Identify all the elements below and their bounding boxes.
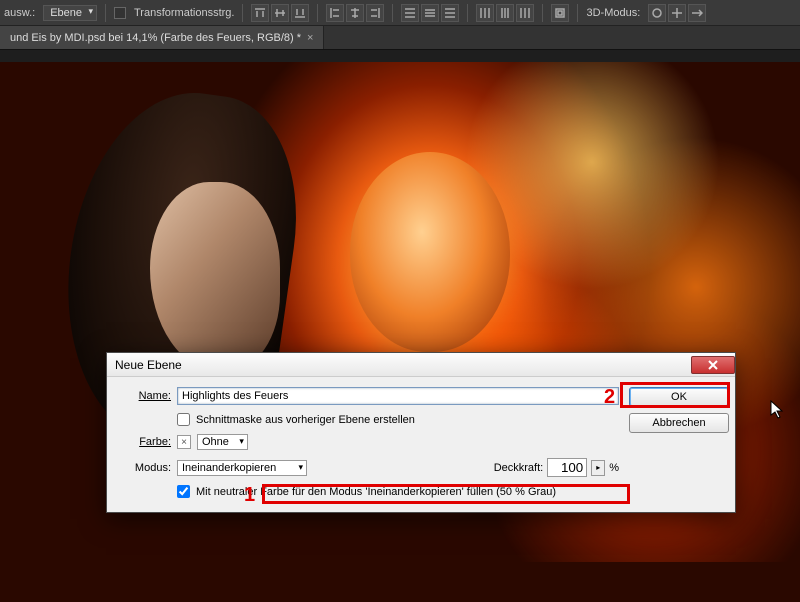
dialog-buttons: OK Abbrechen [629, 387, 729, 498]
align-bottom-icon[interactable] [291, 4, 309, 22]
separator [105, 4, 106, 22]
document-image [0, 62, 800, 602]
tab-close-icon[interactable]: × [307, 32, 313, 44]
opacity-wrap: Deckkraft: ▸ % [494, 458, 619, 477]
opacity-suffix: % [609, 462, 619, 474]
opacity-label: Deckkraft: [494, 462, 544, 474]
mode-dropdown[interactable]: Ineinanderkopieren [177, 460, 307, 476]
canvas-area [0, 50, 800, 600]
align-group-2 [326, 4, 384, 22]
color-swatch[interactable]: × [177, 435, 191, 449]
distribute-bottom-icon[interactable] [441, 4, 459, 22]
dialog-titlebar[interactable]: Neue Ebene [107, 353, 735, 377]
distribute-left-icon[interactable] [476, 4, 494, 22]
mode3d-label: 3D-Modus: [586, 7, 640, 19]
orbit-icon[interactable] [648, 4, 666, 22]
mode3d-group [648, 4, 706, 22]
transform-controls-label: Transformationsstrg. [134, 7, 234, 19]
options-bar: ausw.: Ebene Transformationsstrg. 3D-Mod… [0, 0, 800, 26]
color-label: Farbe: [119, 436, 171, 448]
distribute-group-2 [476, 4, 534, 22]
clipmask-row: Schnittmaske aus vorheriger Ebene erstel… [119, 413, 619, 426]
pan-icon[interactable] [668, 4, 686, 22]
clipmask-checkbox[interactable] [177, 413, 190, 426]
separator [542, 4, 543, 22]
mouse-cursor-icon [770, 400, 784, 420]
mode-row: Modus: Ineinanderkopieren Deckkraft: ▸ % [119, 458, 619, 477]
distribute-right-icon[interactable] [516, 4, 534, 22]
transform-controls-checkbox[interactable] [114, 7, 126, 19]
name-label: Name: [119, 390, 171, 402]
close-icon [708, 360, 718, 370]
align-left-icon[interactable] [326, 4, 344, 22]
color-dropdown[interactable]: Ohne [197, 434, 248, 450]
document-tab-bar: und Eis by MDI.psd bei 14,1% (Farbe des … [0, 26, 800, 50]
annotation-number-2: 2 [604, 386, 615, 409]
dialog-close-button[interactable] [691, 356, 735, 374]
align-top-icon[interactable] [251, 4, 269, 22]
neutral-fill-row: Mit neutraler Farbe für den Modus 'Inein… [119, 485, 619, 498]
align-right-icon[interactable] [366, 4, 384, 22]
mode-label: Modus: [119, 462, 171, 474]
separator [467, 4, 468, 22]
distribute-group-1 [401, 4, 459, 22]
figure-female-face [350, 152, 510, 352]
align-hcenter-icon[interactable] [346, 4, 364, 22]
separator [242, 4, 243, 22]
distribute-top-icon[interactable] [401, 4, 419, 22]
slide-icon[interactable] [688, 4, 706, 22]
name-row: Name: [119, 387, 619, 405]
opacity-flyout-icon[interactable]: ▸ [591, 460, 605, 476]
align-group-1 [251, 4, 309, 22]
dialog-title-text: Neue Ebene [115, 358, 182, 372]
distribute-vcenter-icon[interactable] [421, 4, 439, 22]
dialog-fields: Name: Schnittmaske aus vorheriger Ebene … [119, 387, 619, 498]
align-vcenter-icon[interactable] [271, 4, 289, 22]
separator [317, 4, 318, 22]
separator [577, 4, 578, 22]
opacity-input[interactable] [547, 458, 587, 477]
dialog-body: Name: Schnittmaske aus vorheriger Ebene … [107, 377, 735, 512]
name-input[interactable] [177, 387, 619, 405]
cancel-button[interactable]: Abbrechen [629, 413, 729, 433]
autoselect-dropdown[interactable]: Ebene [43, 5, 97, 21]
new-layer-dialog: Neue Ebene Name: Schnittmaske aus vorher… [106, 352, 736, 513]
auto-align-icon[interactable] [551, 4, 569, 22]
autoselect-label: ausw.: [4, 7, 35, 19]
color-row: Farbe: × Ohne [119, 434, 619, 450]
separator [392, 4, 393, 22]
annotation-number-1: 1 [244, 484, 255, 507]
ok-button[interactable]: OK [629, 387, 729, 407]
document-tab[interactable]: und Eis by MDI.psd bei 14,1% (Farbe des … [0, 26, 324, 49]
document-tab-title: und Eis by MDI.psd bei 14,1% (Farbe des … [10, 32, 301, 44]
clipmask-label: Schnittmaske aus vorheriger Ebene erstel… [196, 414, 415, 426]
neutral-fill-checkbox[interactable] [177, 485, 190, 498]
distribute-hcenter-icon[interactable] [496, 4, 514, 22]
